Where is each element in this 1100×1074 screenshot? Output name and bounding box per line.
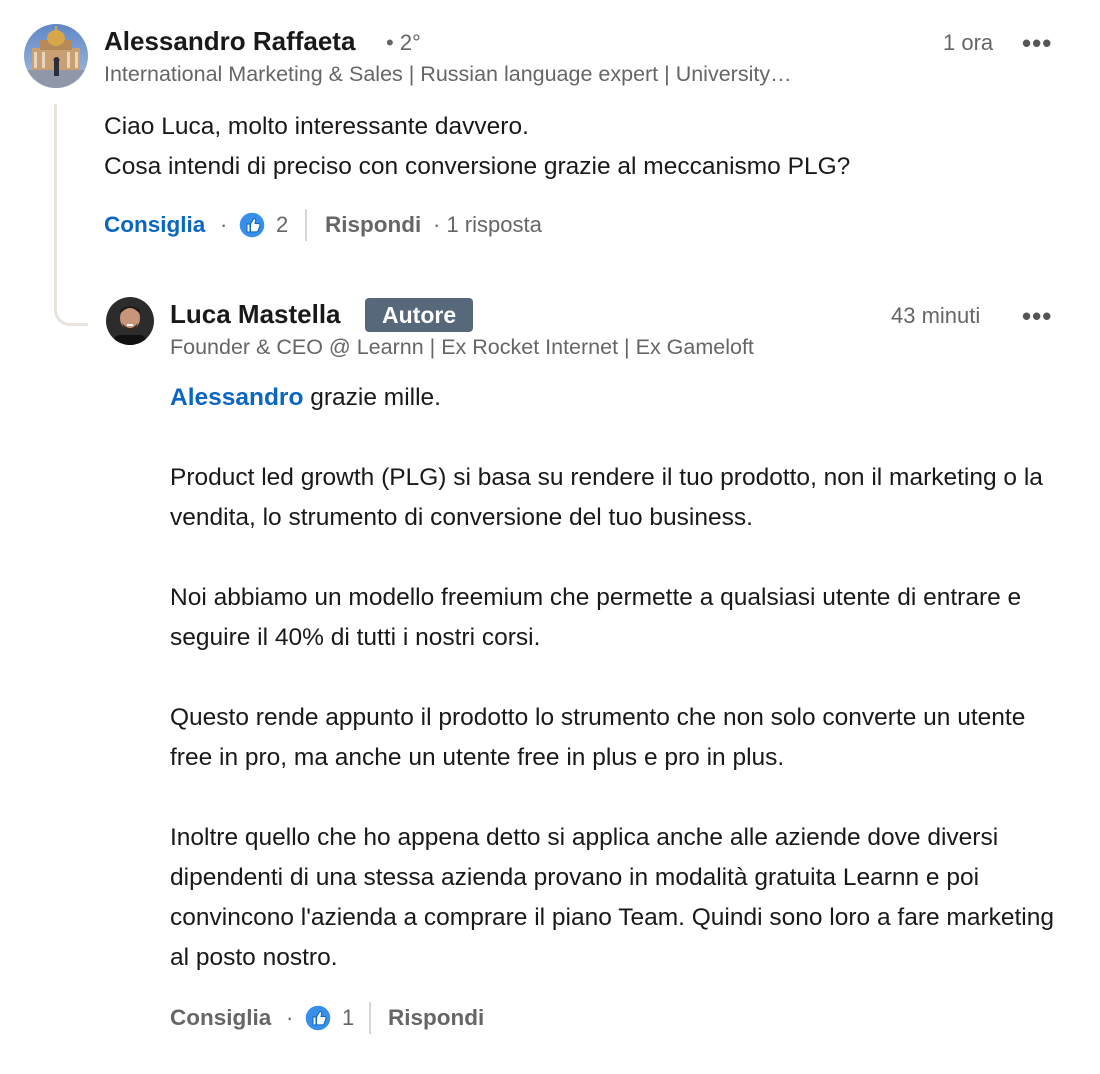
author-badge: Autore xyxy=(365,298,474,332)
author-name[interactable]: Luca Mastella xyxy=(170,299,341,330)
avatar[interactable] xyxy=(106,297,154,345)
more-options-icon[interactable]: ••• xyxy=(1022,301,1052,332)
comment-timestamp: 1 ora xyxy=(943,30,994,55)
avatar-photo xyxy=(24,24,88,88)
action-divider xyxy=(369,1002,371,1034)
comment-line: Ciao Luca, molto interessante davvero. xyxy=(104,113,529,140)
more-options-icon[interactable]: ••• xyxy=(1022,28,1052,59)
comment-line: Cosa intendi di preciso con conversione … xyxy=(104,153,851,180)
reply-button[interactable]: Rispondi xyxy=(325,212,421,238)
mention-link[interactable]: Alessandro xyxy=(170,384,303,411)
connection-degree: • 2° xyxy=(386,30,421,55)
reply-first-line-text: grazie mille. xyxy=(303,384,441,411)
reaction-count[interactable]: 2 xyxy=(276,212,288,238)
avatar-photo xyxy=(106,297,154,345)
reply-text: Alessandro grazie mille. Product led gro… xyxy=(170,378,1070,978)
reply-button[interactable]: Rispondi xyxy=(388,1005,484,1031)
action-divider xyxy=(305,209,307,241)
reply-paragraph: Inoltre quello che ho appena detto si ap… xyxy=(170,824,1054,971)
comment-text: Ciao Luca, molto interessante davvero. C… xyxy=(104,107,850,187)
separator-dot: · xyxy=(220,212,228,237)
like-button[interactable]: Consiglia xyxy=(170,1005,271,1031)
like-reaction-icon[interactable] xyxy=(304,1004,332,1032)
avatar[interactable] xyxy=(24,24,88,88)
reply-paragraph: Noi abbiamo un modello freemium che perm… xyxy=(170,584,1022,651)
replies-count[interactable]: · 1 risposta xyxy=(433,212,542,238)
author-name[interactable]: Alessandro Raffaeta xyxy=(104,26,355,57)
thread-connector xyxy=(54,104,88,326)
like-reaction-icon[interactable] xyxy=(238,211,266,239)
reply-timestamp: 43 minuti xyxy=(891,303,981,328)
author-headline: International Marketing & Sales | Russia… xyxy=(104,62,792,86)
reply-paragraph: Questo rende appunto il prodotto lo stru… xyxy=(170,704,1026,771)
reply-first-line: Alessandro grazie mille. xyxy=(170,378,1070,418)
separator-dot: · xyxy=(286,1005,294,1030)
reaction-count[interactable]: 1 xyxy=(342,1005,354,1031)
author-headline: Founder & CEO @ Learnn | Ex Rocket Inter… xyxy=(170,335,754,359)
reply-paragraph: Product led growth (PLG) si basa su rend… xyxy=(170,464,1043,531)
like-button[interactable]: Consiglia xyxy=(104,212,205,238)
